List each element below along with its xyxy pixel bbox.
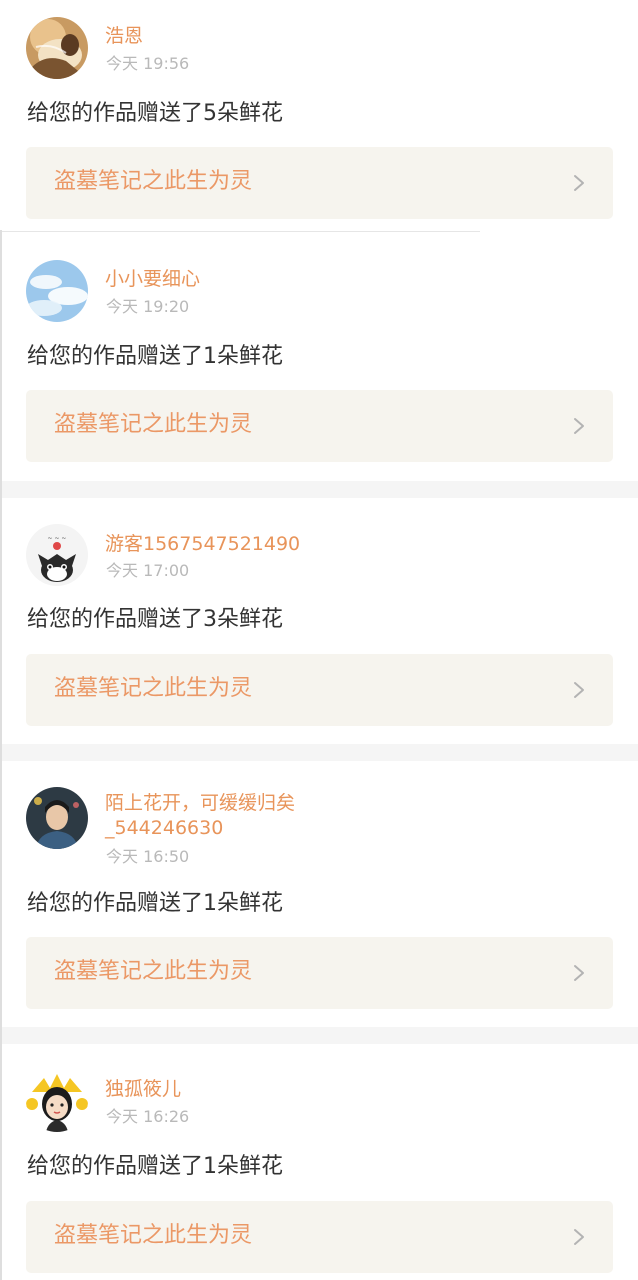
username[interactable]: 独孤筱儿 bbox=[105, 1077, 181, 1102]
book-link[interactable]: 盗墓笔记之此生为灵 bbox=[26, 937, 613, 1009]
avatar[interactable] bbox=[26, 1070, 88, 1132]
notification-card: 独孤筱儿 今天 16:26 给您的作品赠送了1朵鲜花 盗墓笔记之此生为灵 bbox=[0, 1044, 638, 1280]
username[interactable]: 浩恩 bbox=[105, 24, 143, 49]
avatar[interactable] bbox=[26, 260, 88, 322]
gift-message: 给您的作品赠送了1朵鲜花 bbox=[27, 1154, 283, 1179]
avatar[interactable] bbox=[26, 17, 88, 79]
timestamp: 今天 19:56 bbox=[106, 54, 190, 73]
timestamp: 今天 17:00 bbox=[106, 561, 190, 580]
username-line-1[interactable]: 陌上花开，可缓缓归矣 bbox=[105, 791, 295, 816]
avatar[interactable] bbox=[26, 787, 88, 849]
portrait-man-icon bbox=[26, 787, 88, 849]
cartoon-cat-icon: ~ ~ ~ bbox=[26, 524, 88, 586]
gift-message: 给您的作品赠送了1朵鲜花 bbox=[27, 344, 283, 369]
book-link[interactable]: 盗墓笔记之此生为灵 bbox=[26, 147, 613, 219]
gift-message: 给您的作品赠送了3朵鲜花 bbox=[27, 607, 283, 632]
section-separator bbox=[0, 1027, 638, 1044]
left-edge-border bbox=[0, 230, 2, 1280]
username[interactable]: 游客1567547521490 bbox=[105, 532, 300, 557]
sky-clouds-icon bbox=[26, 260, 88, 322]
portrait-woman-icon bbox=[26, 17, 88, 79]
gift-message: 给您的作品赠送了1朵鲜花 bbox=[27, 891, 283, 916]
chevron-right-icon bbox=[571, 680, 587, 700]
chevron-right-icon bbox=[571, 1227, 587, 1247]
notification-card: ~ ~ ~ 游客1567547521490 今天 17:00 给您的作品赠送了3… bbox=[0, 498, 638, 744]
chevron-right-icon bbox=[571, 173, 587, 193]
cartoon-girl-icon bbox=[26, 1070, 88, 1132]
book-title: 盗墓笔记之此生为灵 bbox=[54, 959, 253, 984]
book-title: 盗墓笔记之此生为灵 bbox=[54, 169, 253, 194]
gift-message: 给您的作品赠送了5朵鲜花 bbox=[27, 101, 283, 126]
book-title: 盗墓笔记之此生为灵 bbox=[54, 1223, 253, 1248]
timestamp: 今天 19:20 bbox=[106, 297, 190, 316]
username[interactable]: 小小要细心 bbox=[105, 267, 200, 292]
username-line-2[interactable]: _544246630 bbox=[105, 816, 223, 841]
chevron-right-icon bbox=[571, 963, 587, 983]
avatar[interactable]: ~ ~ ~ bbox=[26, 524, 88, 586]
book-link[interactable]: 盗墓笔记之此生为灵 bbox=[26, 390, 613, 462]
notification-card: 陌上花开，可缓缓归矣 _544246630 今天 16:50 给您的作品赠送了1… bbox=[0, 761, 638, 1027]
chevron-right-icon bbox=[571, 416, 587, 436]
svg-text:~ ~ ~: ~ ~ ~ bbox=[48, 535, 67, 542]
divider bbox=[0, 231, 480, 232]
book-link[interactable]: 盗墓笔记之此生为灵 bbox=[26, 1201, 613, 1273]
timestamp: 今天 16:50 bbox=[106, 847, 190, 866]
section-separator bbox=[0, 481, 638, 498]
timestamp: 今天 16:26 bbox=[106, 1107, 190, 1126]
notification-card: 浩恩 今天 19:56 给您的作品赠送了5朵鲜花 盗墓笔记之此生为灵 bbox=[0, 0, 638, 232]
book-title: 盗墓笔记之此生为灵 bbox=[54, 412, 253, 437]
book-link[interactable]: 盗墓笔记之此生为灵 bbox=[26, 654, 613, 726]
section-separator bbox=[0, 744, 638, 761]
book-title: 盗墓笔记之此生为灵 bbox=[54, 676, 253, 701]
notification-card: 小小要细心 今天 19:20 给您的作品赠送了1朵鲜花 盗墓笔记之此生为灵 bbox=[0, 233, 638, 481]
